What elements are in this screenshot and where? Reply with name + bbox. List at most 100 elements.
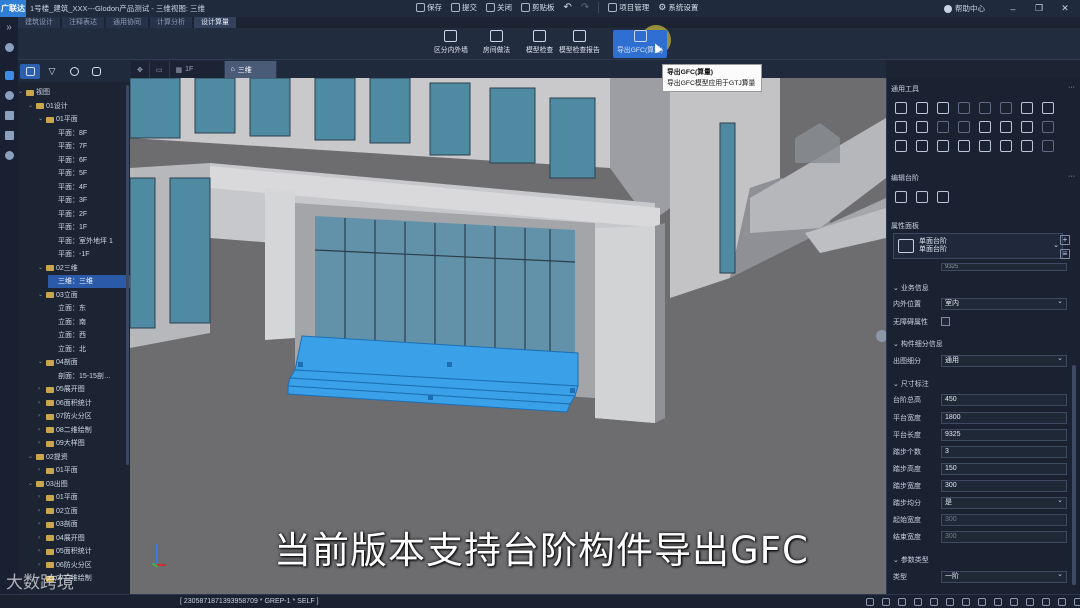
question-icon[interactable] bbox=[0, 145, 18, 165]
group-tool-icon[interactable] bbox=[1042, 121, 1054, 133]
copy-tool-icon[interactable] bbox=[916, 102, 928, 114]
pick-tool-icon[interactable] bbox=[895, 140, 907, 152]
properties-tool-icon[interactable] bbox=[1042, 102, 1054, 114]
chevron-down-icon[interactable]: ⌄ bbox=[38, 289, 44, 302]
measure-tool-icon[interactable] bbox=[979, 140, 991, 152]
tab-annotation[interactable]: 注释表达 bbox=[62, 17, 104, 28]
copy-step-icon[interactable] bbox=[895, 191, 907, 203]
filter-tab[interactable]: ▽ bbox=[42, 64, 62, 79]
detail-group[interactable]: ⌄ 构件细分信息 bbox=[893, 339, 943, 349]
tree-item[interactable]: 平面：4F bbox=[48, 181, 130, 194]
distinguish-walls-button[interactable]: 区分内外墙 bbox=[434, 30, 468, 58]
system-settings-button[interactable]: ⚙ 系统设置 bbox=[658, 2, 698, 13]
business-group[interactable]: ⌄ 业务信息 bbox=[893, 283, 929, 293]
clipboard-button[interactable]: 剪贴板 bbox=[521, 2, 555, 13]
display-icon[interactable] bbox=[1058, 597, 1066, 606]
tree-item[interactable]: 立面：南 bbox=[48, 316, 130, 329]
mirror-tool-icon[interactable] bbox=[1021, 121, 1033, 133]
expand-icon[interactable]: » bbox=[0, 17, 18, 37]
view-tab-window[interactable]: ▭ bbox=[149, 61, 170, 78]
tree-item[interactable]: 平面：2F bbox=[48, 208, 130, 221]
tree-folder[interactable]: › 03剖面 bbox=[38, 518, 130, 531]
break-tool-icon[interactable] bbox=[958, 121, 970, 133]
component-selector[interactable]: 单面台阶 单面台阶 ⌄ bbox=[893, 233, 1063, 259]
step-count-input[interactable]: 3 bbox=[941, 445, 1067, 458]
trim-tool-icon[interactable] bbox=[1000, 102, 1012, 114]
chevron-down-icon[interactable]: ⌄ bbox=[38, 113, 44, 126]
layers-icon[interactable] bbox=[0, 125, 18, 145]
tree-folder[interactable]: ⌄ 02提资 bbox=[28, 451, 130, 464]
more-icon[interactable]: ··· bbox=[1068, 173, 1075, 185]
undo-button[interactable]: ↶ bbox=[564, 2, 572, 13]
chevron-right-icon[interactable]: › bbox=[38, 532, 44, 545]
tree-folder[interactable]: › 08二维绘制 bbox=[38, 424, 130, 437]
tree-folder[interactable]: ⌄ 01平面 bbox=[38, 113, 130, 126]
more-icon[interactable]: ··· bbox=[1068, 84, 1075, 96]
tree-folder[interactable]: ⌄ 01设计 bbox=[28, 100, 130, 113]
lock-tool-icon[interactable] bbox=[1042, 140, 1054, 152]
chevron-right-icon[interactable]: › bbox=[38, 518, 44, 531]
step-width-input[interactable]: 300 bbox=[941, 479, 1067, 492]
tree-folder[interactable]: › 05面积统计 bbox=[38, 545, 130, 558]
track-icon[interactable] bbox=[946, 597, 954, 606]
drawing-split-select[interactable]: 通用 bbox=[941, 354, 1067, 367]
tree-folder[interactable]: ⌄ 视图 bbox=[18, 86, 130, 99]
cube-icon[interactable] bbox=[1026, 597, 1034, 606]
chevron-right-icon[interactable]: › bbox=[38, 437, 44, 450]
chevron-right-icon[interactable]: › bbox=[38, 545, 44, 558]
tab-architecture[interactable]: 建筑设计 bbox=[18, 17, 60, 28]
tree-item[interactable]: 立面：西 bbox=[48, 329, 130, 342]
tree-item[interactable]: 平面：3F bbox=[48, 194, 130, 207]
tree-item[interactable]: 立面：东 bbox=[48, 302, 130, 315]
filter-icon[interactable] bbox=[994, 597, 1002, 606]
help-center-button[interactable]: 帮助中心 bbox=[944, 3, 985, 14]
platform-length-input[interactable]: 9325 bbox=[941, 428, 1067, 441]
tree-folder[interactable]: › 06面积统计 bbox=[38, 397, 130, 410]
split-tool-icon[interactable] bbox=[1021, 102, 1033, 114]
grid-icon[interactable] bbox=[882, 597, 890, 606]
view-tab-1f[interactable]: ▦ 1F bbox=[169, 61, 225, 78]
tree-folder[interactable]: ⌄ 03出图 bbox=[28, 478, 130, 491]
tree-folder[interactable]: › 04展开图 bbox=[38, 532, 130, 545]
isolate-tool-icon[interactable] bbox=[1021, 140, 1033, 152]
project-manage-button[interactable]: 项目管理 bbox=[608, 2, 649, 13]
list-icon[interactable]: ≡ bbox=[1060, 249, 1070, 259]
room-method-button[interactable]: 房间做法 bbox=[483, 30, 510, 58]
hide-tool-icon[interactable] bbox=[958, 140, 970, 152]
tree-item[interactable]: 平面：-1F bbox=[48, 248, 130, 261]
view-icon[interactable] bbox=[1010, 597, 1018, 606]
close-doc-button[interactable]: 关闭 bbox=[486, 2, 512, 13]
minimize-icon[interactable]: – bbox=[1000, 0, 1026, 17]
tree-item[interactable]: 剖面：15-15剖… bbox=[48, 370, 130, 383]
view-tab-3d[interactable]: ⌂ 三维 bbox=[224, 61, 277, 78]
polar-icon[interactable] bbox=[914, 597, 922, 606]
tree-item[interactable]: 立面：北 bbox=[48, 343, 130, 356]
accessible-checkbox[interactable] bbox=[941, 317, 950, 326]
snap-icon[interactable] bbox=[866, 597, 874, 606]
tab-analysis[interactable]: 计算分析 bbox=[150, 17, 192, 28]
match-tool-icon[interactable] bbox=[937, 140, 949, 152]
tree-item[interactable]: 三维：三维 bbox=[48, 275, 130, 288]
check-report-button[interactable]: 模型检查报告 bbox=[559, 30, 600, 58]
move-tool-icon[interactable] bbox=[895, 102, 907, 114]
chevron-right-icon[interactable]: › bbox=[38, 491, 44, 504]
stretch-tool-icon[interactable] bbox=[895, 121, 907, 133]
chevron-down-icon[interactable]: ⌄ bbox=[38, 262, 44, 275]
link-icon[interactable] bbox=[978, 597, 986, 606]
filter-step-icon[interactable] bbox=[916, 191, 928, 203]
tree-folder[interactable]: › 09大样图 bbox=[38, 437, 130, 450]
tree-folder[interactable]: › 02立面 bbox=[38, 505, 130, 518]
view-tab-move[interactable]: ✥ bbox=[131, 61, 150, 78]
add-icon[interactable]: + bbox=[1060, 235, 1070, 245]
offset-tool-icon[interactable] bbox=[979, 102, 991, 114]
platform-width-input[interactable]: 1800 bbox=[941, 411, 1067, 424]
align-tool-icon[interactable] bbox=[958, 102, 970, 114]
tree-folder[interactable]: › 07防火分区 bbox=[38, 410, 130, 423]
chevron-right-icon[interactable]: › bbox=[38, 505, 44, 518]
tree-item[interactable]: 平面：5F bbox=[48, 167, 130, 180]
tree-folder[interactable]: ⌄ 04剖面 bbox=[38, 356, 130, 369]
tree-folder[interactable]: ⌄ 02三维 bbox=[38, 262, 130, 275]
submit-button[interactable]: 提交 bbox=[451, 2, 477, 13]
chevron-down-icon[interactable]: ⌄ bbox=[38, 356, 44, 369]
3d-viewport[interactable] bbox=[130, 78, 886, 594]
